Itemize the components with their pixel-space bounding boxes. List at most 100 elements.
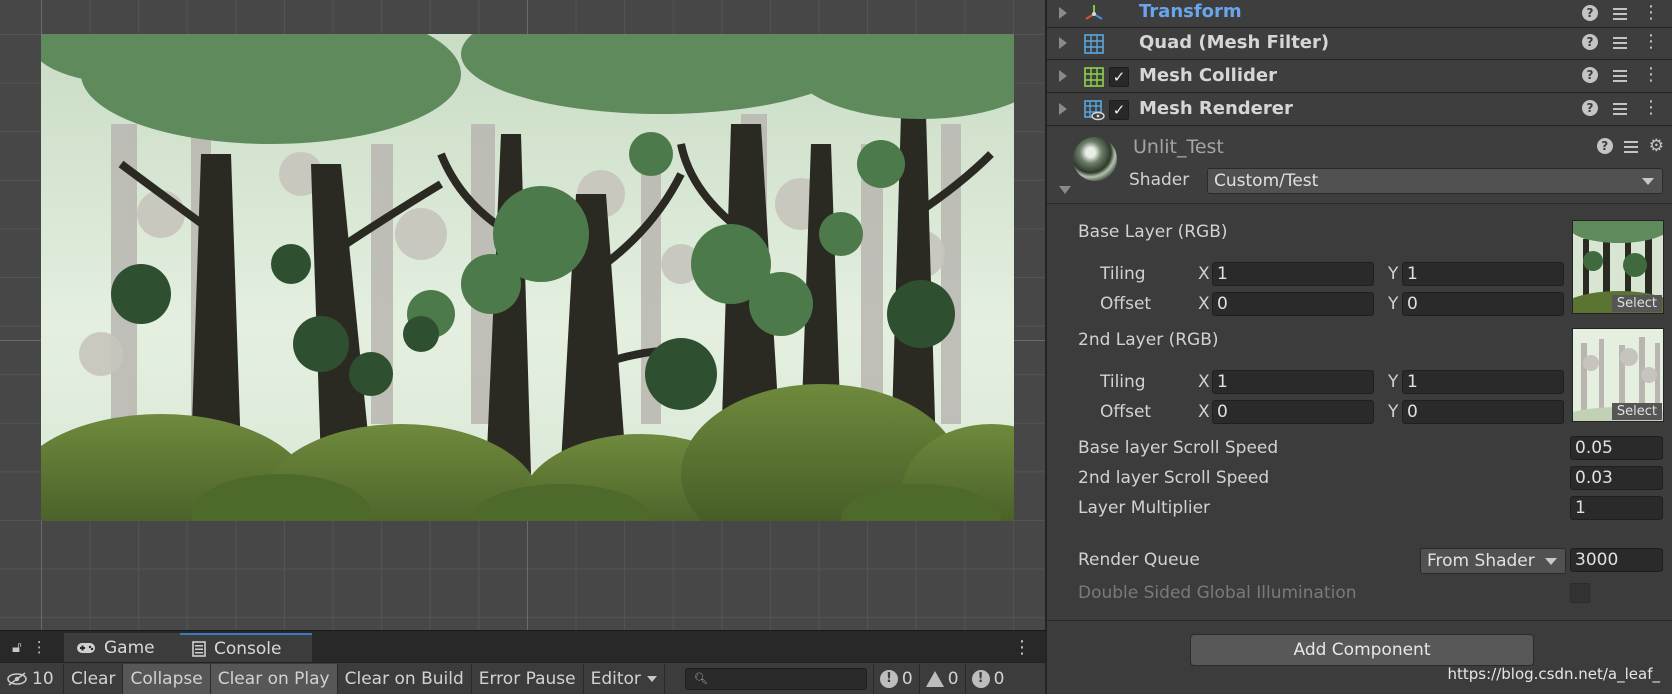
help-icon[interactable]: ? [1582,100,1598,116]
axis-x-label: X [1198,372,1210,392]
tab-console-label: Console [214,639,282,659]
render-queue-label: Render Queue [1078,550,1200,570]
error-pause-button[interactable]: Error Pause [472,663,584,694]
error-count: 0 [993,668,1005,689]
clear-button[interactable]: Clear [64,663,124,694]
field-value: 0 [1407,402,1418,422]
enabled-checkbox[interactable]: ✓ [1109,67,1129,87]
field-value: 0 [1407,294,1418,314]
collapse-button[interactable]: Collapse [123,663,211,694]
axis-y-label: Y [1388,264,1399,284]
base-offset-x-field[interactable]: 0 [1212,292,1374,316]
material-foldout-arrow-icon[interactable] [1059,186,1071,194]
second-tiling-y-field[interactable]: 1 [1402,370,1564,394]
add-component-button[interactable]: Add Component [1190,634,1534,666]
render-queue-mode-dropdown[interactable]: From Shader [1420,548,1566,574]
tab-menu-icon[interactable]: ⋮ [32,638,47,656]
gear-icon[interactable]: ⚙︎ [1649,138,1664,155]
mesh-filter-icon [1084,34,1104,54]
component-mesh-renderer[interactable]: ✓ Mesh Renderer ? ⋮ [1047,94,1672,126]
context-menu-icon[interactable]: ⋮ [1642,4,1660,22]
context-menu-icon[interactable]: ⋮ [1642,99,1660,117]
axis-y-label: Y [1388,402,1399,422]
hidden-objects-toggle[interactable]: 10 [0,663,64,694]
log-count-toggle[interactable]: ! 0 [872,663,919,694]
base-tiling-label: Tiling [1100,264,1146,284]
shader-value: Custom/Test [1214,171,1319,191]
second-offset-y-field[interactable]: 0 [1402,400,1564,424]
component-name: Quad (Mesh Filter) [1139,32,1330,53]
field-value: 3000 [1575,550,1619,570]
presets-icon[interactable] [1612,100,1628,116]
error-icon: ! [971,669,990,688]
presets-icon[interactable] [1612,34,1628,50]
context-menu-icon[interactable]: ⋮ [1642,66,1660,84]
warning-count: 0 [947,668,959,689]
component-name: Transform [1139,1,1242,22]
console-search-input[interactable]: 🔍︎ [684,667,867,690]
context-menu-icon[interactable]: ⋮ [1642,33,1660,51]
base-layer-label: Base Layer (RGB) [1078,222,1228,242]
base-scroll-speed-field[interactable]: 0.05 [1570,436,1663,460]
presets-icon[interactable] [1623,138,1639,154]
component-actions: ? ⋮ [1582,66,1660,84]
console-menu-icon[interactable]: ⋮ [1013,637,1031,658]
eye-hidden-icon [7,671,27,686]
shader-label: Shader [1129,170,1190,190]
lock-icon[interactable]: 🔓︎ [12,638,22,656]
render-queue-field[interactable]: 3000 [1570,548,1663,572]
presets-icon[interactable] [1612,67,1628,83]
help-icon[interactable]: ? [1582,5,1598,21]
component-transform[interactable]: Transform ? ⋮ [1047,0,1672,28]
second-scroll-speed-field[interactable]: 0.03 [1570,466,1663,490]
layer-multiplier-field[interactable]: 1 [1570,496,1663,520]
enabled-checkbox[interactable]: ✓ [1109,100,1129,120]
component-mesh-collider[interactable]: ✓ Mesh Collider ? ⋮ [1047,61,1672,93]
field-value: 1 [1217,264,1228,284]
clear-on-build-button[interactable]: Clear on Build [338,663,472,694]
double-sided-gi-label: Double Sided Global Illumination [1078,583,1357,603]
error-count-toggle[interactable]: ! 0 [964,663,1011,694]
base-layer-texture-slot[interactable]: Select [1572,220,1664,314]
base-offset-y-field[interactable]: 0 [1402,292,1564,316]
shader-dropdown[interactable]: Custom/Test [1207,168,1663,194]
foldout-arrow-icon[interactable] [1059,103,1067,115]
help-icon[interactable]: ? [1596,138,1613,154]
field-value: 1 [1407,372,1418,392]
select-texture-button[interactable]: Select [1611,403,1662,420]
help-icon[interactable]: ? [1582,34,1598,50]
unity-editor: 🔓︎ ⋮ Game Console ⋮ 10 Clear Collapse Cl… [0,0,1672,694]
tab-game-label: Game [104,638,155,658]
double-sided-gi-checkbox[interactable] [1570,583,1590,603]
base-tiling-x-field[interactable]: 1 [1212,262,1374,286]
second-offset-x-field[interactable]: 0 [1212,400,1374,424]
base-scroll-speed-label: Base layer Scroll Speed [1078,438,1279,458]
foldout-arrow-icon[interactable] [1059,37,1067,49]
axis-x-label: X [1198,294,1210,314]
scene-view[interactable] [0,0,1045,630]
foldout-arrow-icon[interactable] [1059,7,1067,19]
clear-on-play-button[interactable]: Clear on Play [210,663,338,694]
editor-dropdown[interactable]: Editor [584,663,665,694]
component-actions: ? ⋮ [1582,33,1660,51]
mesh-renderer-icon [1084,100,1105,121]
material-header: Unlit_Test ? ⚙︎ Shader Custom/Test [1047,128,1672,204]
warning-count-toggle[interactable]: 0 [918,663,965,694]
forest-quad-preview [41,34,1014,521]
second-layer-texture-slot[interactable]: Select [1572,328,1664,422]
base-tiling-y-field[interactable]: 1 [1402,262,1564,286]
help-icon[interactable]: ? [1582,67,1598,83]
component-name: Mesh Renderer [1139,98,1293,119]
field-value: 0.05 [1575,438,1613,458]
render-queue-mode: From Shader [1427,551,1535,571]
select-texture-button[interactable]: Select [1611,295,1662,312]
tab-game[interactable]: Game [64,633,180,663]
component-mesh-filter[interactable]: Quad (Mesh Filter) ? ⋮ [1047,28,1672,60]
mesh-collider-icon [1084,67,1104,87]
presets-icon[interactable] [1612,5,1628,21]
tab-console[interactable]: Console [180,633,312,663]
foldout-arrow-icon[interactable] [1059,70,1067,82]
second-tiling-x-field[interactable]: 1 [1212,370,1374,394]
component-actions: ? ⋮ [1582,99,1660,117]
material-name: Unlit_Test [1133,136,1224,158]
